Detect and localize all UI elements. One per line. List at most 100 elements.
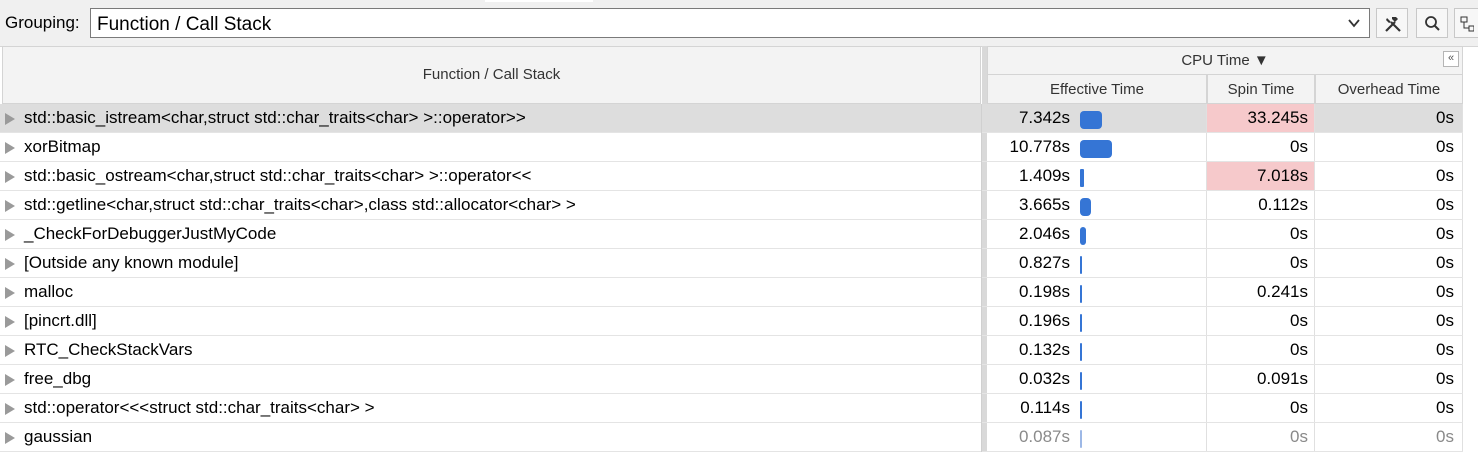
effective-time-value: 0.032s [1018, 369, 1070, 388]
spin-time-cell: 0s [1207, 249, 1315, 277]
spin-time-value: 0.241s [1256, 282, 1308, 301]
spin-time-value: 0s [1290, 427, 1308, 446]
effective-time-value: 1.409s [1018, 166, 1070, 185]
effective-time-value: 0.132s [1018, 340, 1070, 359]
effective-time-cell: 2.046s [987, 220, 1207, 248]
effective-time-header[interactable]: Effective Time [987, 75, 1207, 104]
spin-time-value: 0s [1290, 311, 1308, 330]
chevron-down-icon[interactable] [1345, 14, 1363, 32]
function-name: RTC_CheckStackVars [24, 340, 193, 359]
overhead-time-header[interactable]: Overhead Time [1315, 75, 1463, 104]
table-row[interactable]: [Outside any known module] 0.827s 0s 0s [0, 249, 1463, 278]
grouping-select[interactable]: Function / Call Stack [90, 8, 1370, 38]
table-row[interactable]: malloc 0.198s 0.241s 0s [0, 278, 1463, 307]
expand-triangle-icon[interactable] [5, 432, 15, 444]
effective-time-cell: 1.409s [987, 162, 1207, 190]
function-name: std::operator<<<struct std::char_traits<… [24, 398, 375, 417]
function-column-header[interactable]: Function / Call Stack [2, 46, 981, 104]
metrics-header: CPU Time ▼ « Effective Time Spin Time Ov… [987, 46, 1463, 104]
effective-time-bar [1080, 169, 1084, 187]
toolbar: Grouping: Function / Call Stack [0, 0, 1478, 47]
table-row[interactable]: gaussian 0.087s 0s 0s [0, 423, 1463, 452]
effective-time-cell: 0.198s [987, 278, 1207, 306]
collapse-column-button[interactable]: « [1443, 51, 1459, 67]
effective-time-bar [1080, 198, 1091, 216]
expand-triangle-icon[interactable] [5, 345, 15, 357]
tree-icon [1460, 16, 1474, 32]
spin-time-value: 33.245s [1247, 108, 1309, 127]
spin-time-header[interactable]: Spin Time [1207, 75, 1315, 104]
table-row[interactable]: RTC_CheckStackVars 0.132s 0s 0s [0, 336, 1463, 365]
expand-triangle-icon[interactable] [5, 142, 15, 154]
expand-triangle-icon[interactable] [5, 403, 15, 415]
call-tree-button[interactable] [1454, 8, 1478, 38]
effective-time-bar [1080, 314, 1082, 332]
search-button[interactable] [1416, 8, 1448, 38]
overhead-time-cell: 0s [1315, 191, 1463, 219]
table-row[interactable]: free_dbg 0.032s 0.091s 0s [0, 365, 1463, 394]
effective-time-value: 0.114s [1020, 398, 1070, 417]
expand-triangle-icon[interactable] [5, 171, 15, 183]
expand-triangle-icon[interactable] [5, 200, 15, 212]
overhead-time-value: 0s [1436, 311, 1454, 330]
effective-time-value: 0.087s [1018, 427, 1070, 446]
overhead-time-value: 0s [1436, 108, 1454, 127]
effective-time-label: Effective Time [1050, 81, 1144, 98]
table-row[interactable]: xorBitmap 10.778s 0s 0s [0, 133, 1463, 162]
overhead-time-label: Overhead Time [1337, 81, 1441, 98]
overhead-time-cell: 0s [1315, 423, 1463, 451]
cpu-time-header[interactable]: CPU Time ▼ « [987, 46, 1463, 75]
effective-time-bar [1080, 285, 1082, 303]
table-row[interactable]: [pincrt.dll] 0.196s 0s 0s [0, 307, 1463, 336]
effective-time-bar [1080, 111, 1102, 129]
overhead-time-cell: 0s [1315, 394, 1463, 422]
table-row[interactable]: std::basic_istream<char,struct std::char… [0, 104, 1463, 133]
effective-time-cell: 0.087s [987, 423, 1207, 451]
overhead-time-cell: 0s [1315, 220, 1463, 248]
expand-triangle-icon[interactable] [5, 287, 15, 299]
expand-triangle-icon[interactable] [5, 113, 15, 125]
spin-time-label: Spin Time [1227, 81, 1295, 98]
effective-time-cell: 3.665s [987, 191, 1207, 219]
overhead-time-cell: 0s [1315, 133, 1463, 161]
expand-triangle-icon[interactable] [5, 316, 15, 328]
overhead-time-value: 0s [1436, 398, 1454, 417]
table-row[interactable]: std::operator<<<struct std::char_traits<… [0, 394, 1463, 423]
function-name: std::getline<char,struct std::char_trait… [24, 195, 576, 214]
tools-icon [1385, 17, 1401, 32]
overhead-time-cell: 0s [1315, 336, 1463, 364]
table-row[interactable]: std::basic_ostream<char,struct std::char… [0, 162, 1463, 191]
overhead-time-cell: 0s [1315, 104, 1463, 132]
effective-time-cell: 10.778s [987, 133, 1207, 161]
expand-triangle-icon[interactable] [5, 258, 15, 270]
effective-time-cell: 0.132s [987, 336, 1207, 364]
effective-time-value: 0.827s [1018, 253, 1070, 272]
effective-time-value: 7.342s [1018, 108, 1070, 127]
effective-time-value: 3.665s [1018, 195, 1070, 214]
expand-triangle-icon[interactable] [5, 374, 15, 386]
overhead-time-value: 0s [1436, 253, 1454, 272]
spin-time-cell: 0s [1207, 220, 1315, 248]
effective-time-value: 10.778s [1009, 137, 1071, 156]
overhead-time-value: 0s [1436, 224, 1454, 243]
effective-time-bar [1080, 140, 1112, 158]
overhead-time-value: 0s [1436, 137, 1454, 156]
grouping-tools-button[interactable] [1376, 8, 1408, 38]
overhead-time-value: 0s [1436, 369, 1454, 388]
effective-time-cell: 0.032s [987, 365, 1207, 393]
overhead-time-cell: 0s [1315, 162, 1463, 190]
call-stack-grid: Function / Call Stack CPU Time ▼ « Effec… [0, 46, 1478, 452]
spin-time-cell: 33.245s [1207, 104, 1315, 132]
table-row[interactable]: _CheckForDebuggerJustMyCode 2.046s 0s 0s [0, 220, 1463, 249]
effective-time-value: 0.198s [1018, 282, 1070, 301]
function-name: std::basic_ostream<char,struct std::char… [24, 166, 532, 185]
effective-time-bar [1080, 343, 1082, 361]
grouping-label: Grouping: [5, 13, 80, 32]
effective-time-cell: 7.342s [987, 104, 1207, 132]
table-row[interactable]: std::getline<char,struct std::char_trait… [0, 191, 1463, 220]
overhead-time-value: 0s [1436, 195, 1454, 214]
expand-triangle-icon[interactable] [5, 229, 15, 241]
cpu-time-label: CPU Time ▼ [1181, 52, 1269, 69]
effective-time-cell: 0.114s [987, 394, 1207, 422]
function-name: _CheckForDebuggerJustMyCode [24, 224, 277, 243]
